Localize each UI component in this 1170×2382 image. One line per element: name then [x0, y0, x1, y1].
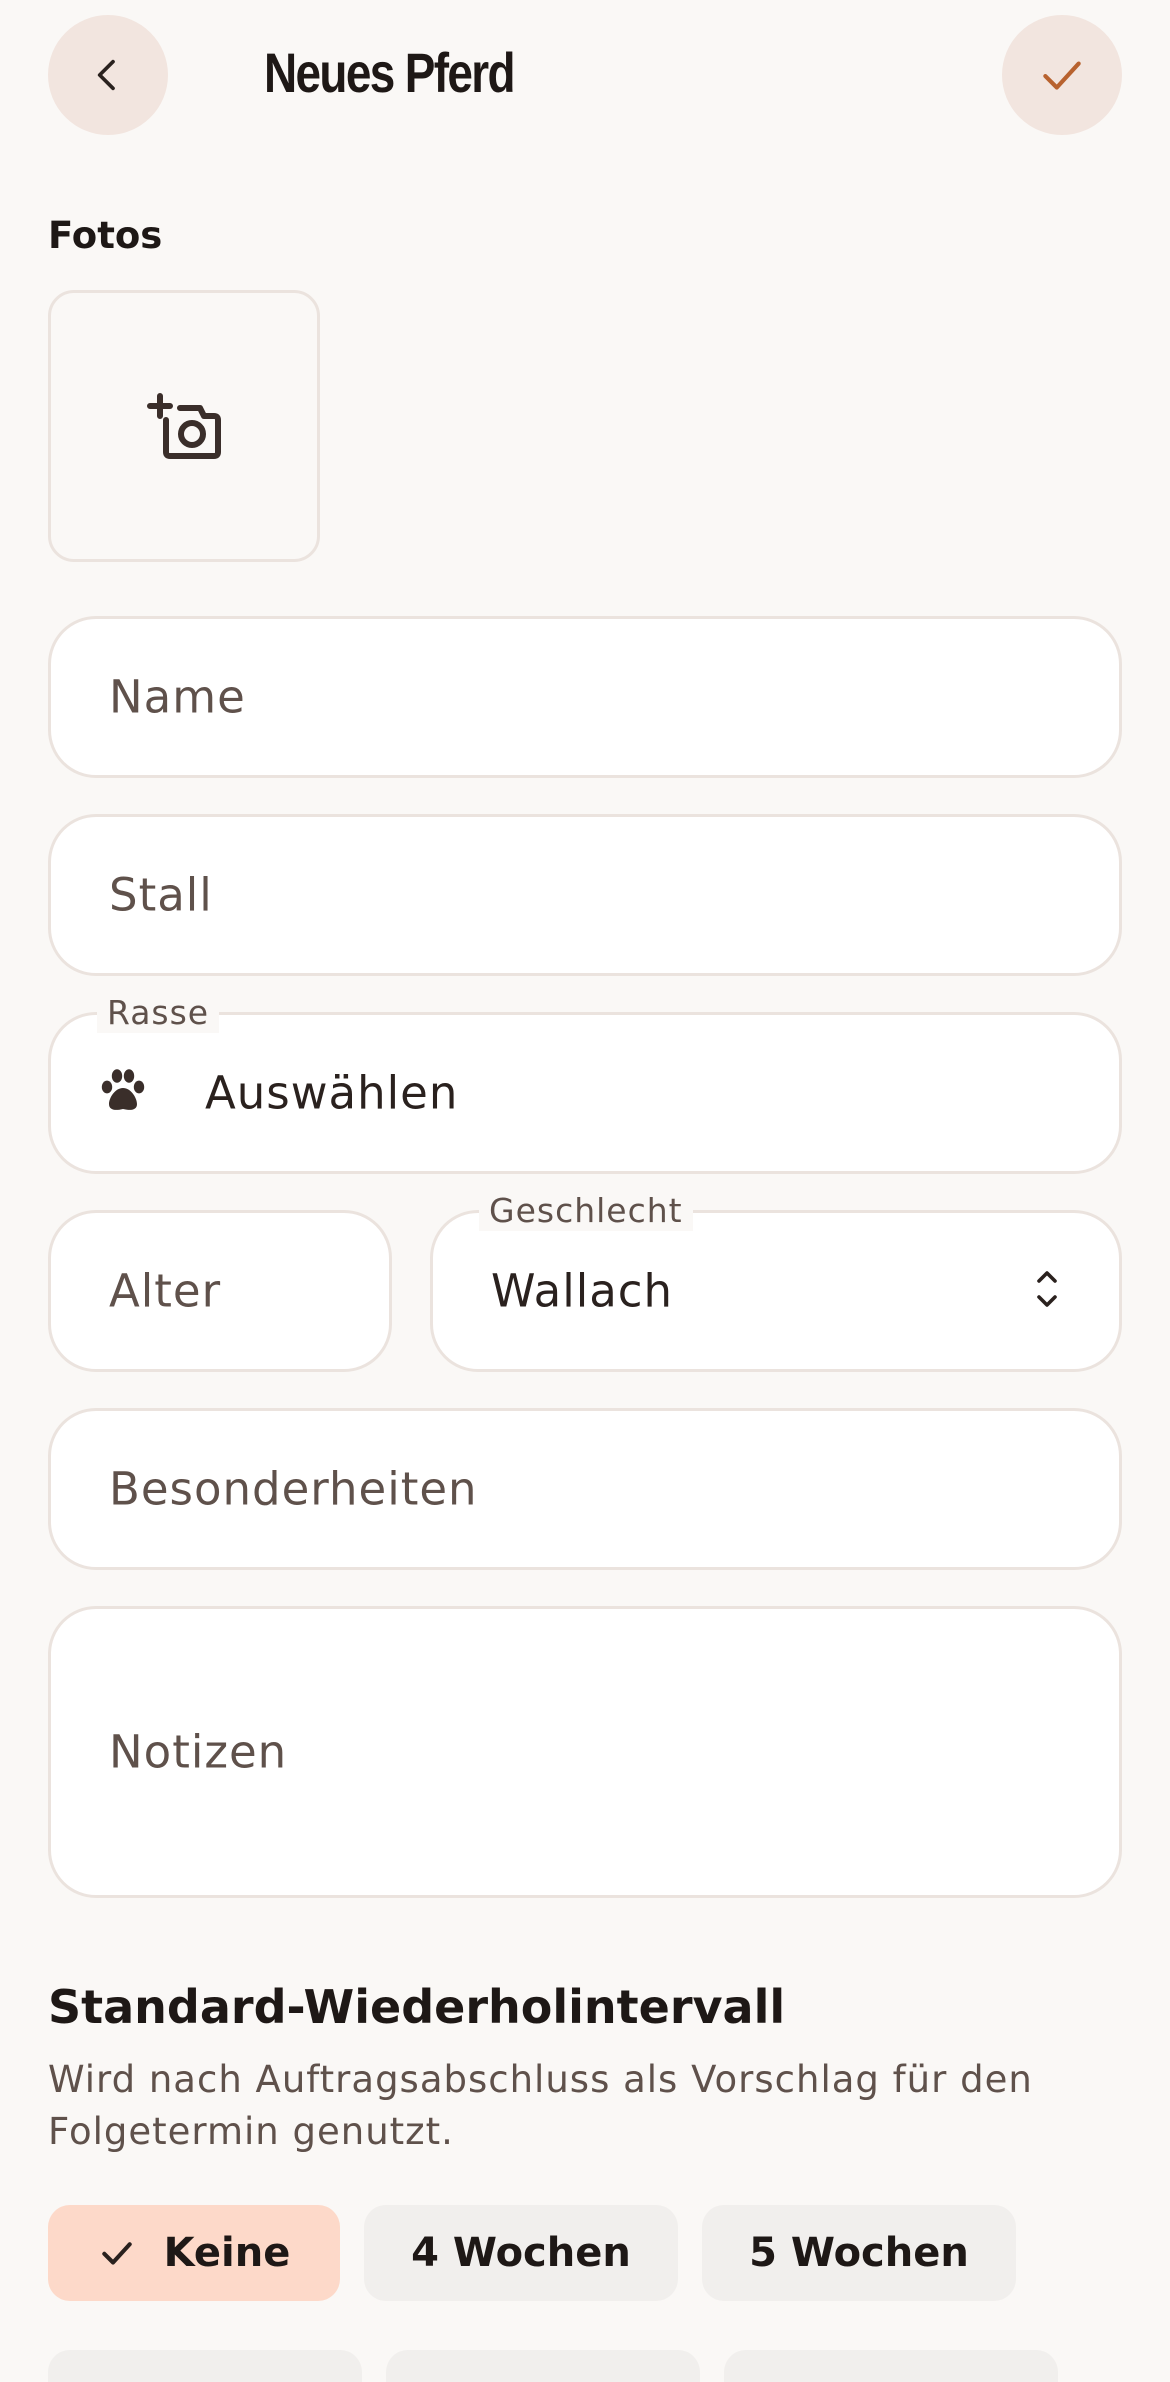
new-horse-screen: Neues Pferd Fotos Name Stall Rasse Auswä…	[0, 0, 1170, 2382]
photos-label: Fotos	[48, 214, 163, 257]
save-button[interactable]	[1002, 15, 1122, 135]
age-field[interactable]: Alter	[48, 1210, 392, 1372]
interval-chip-label: Keine	[163, 2230, 291, 2276]
features-placeholder: Besonderheiten	[109, 1462, 478, 1516]
features-field[interactable]: Besonderheiten	[48, 1408, 1122, 1570]
check-icon	[1043, 61, 1081, 90]
interval-chip-keine[interactable]: Keine	[48, 2205, 340, 2301]
name-field[interactable]: Name	[48, 616, 1122, 778]
stall-field[interactable]: Stall	[48, 814, 1122, 976]
interval-chip-label: 4 Wochen	[411, 2230, 631, 2276]
interval-title: Standard-Wiederholintervall	[48, 1980, 786, 2034]
interval-chip-partial[interactable]	[724, 2350, 1058, 2382]
back-button[interactable]	[48, 15, 168, 135]
breed-select[interactable]: Rasse Auswählen	[48, 993, 1122, 1174]
interval-chip-4-wochen[interactable]: 4 Wochen	[364, 2205, 678, 2301]
check-icon	[98, 2234, 136, 2272]
gender-value: Wallach	[491, 1264, 674, 1318]
interval-chip-5-wochen[interactable]: 5 Wochen	[702, 2205, 1016, 2301]
interval-chip-partial[interactable]	[48, 2350, 362, 2382]
add-photo-button[interactable]	[48, 290, 320, 562]
unfold-icon	[1033, 1265, 1061, 1317]
breed-label: Rasse	[97, 993, 220, 1033]
age-placeholder: Alter	[109, 1264, 222, 1318]
interval-chip-label: 5 Wochen	[749, 2230, 969, 2276]
add-photo-icon	[147, 393, 221, 459]
chevron-left-icon	[97, 59, 115, 91]
gender-label: Geschlecht	[479, 1191, 693, 1231]
notes-placeholder: Notizen	[109, 1725, 288, 1779]
gender-select[interactable]: Geschlecht Wallach	[430, 1191, 1122, 1372]
notes-field[interactable]: Notizen	[48, 1606, 1122, 1898]
name-placeholder: Name	[109, 670, 246, 724]
page-title: Neues Pferd	[264, 41, 516, 104]
interval-chip-partial[interactable]	[386, 2350, 700, 2382]
interval-description: Wird nach Auftragsabschluss als Vorschla…	[48, 2058, 1033, 2153]
paw-icon	[99, 1068, 147, 1118]
breed-value: Auswählen	[205, 1066, 459, 1120]
stall-placeholder: Stall	[109, 868, 213, 922]
